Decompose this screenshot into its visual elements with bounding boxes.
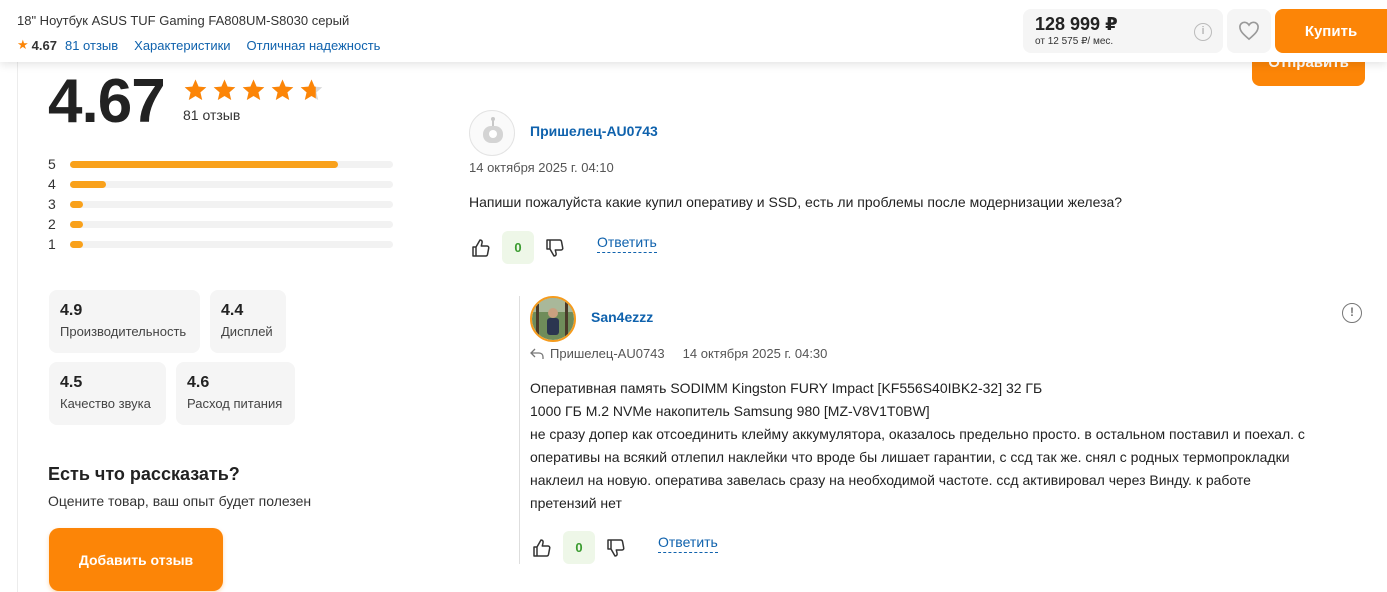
distribution-track: [70, 200, 393, 208]
product-sticky-header: 18" Ноутбук ASUS TUF Gaming FA808UM-S803…: [0, 0, 1387, 62]
star-icon: [300, 79, 323, 100]
avatar[interactable]: [530, 296, 576, 342]
comment-actions: 0: [469, 231, 567, 264]
reliability-link[interactable]: Отличная надежность: [247, 38, 381, 53]
distribution-track: [70, 220, 393, 228]
distribution-row[interactable]: 2: [48, 214, 393, 234]
reply-text-line: оперативы на всякий отлепил наклейки что…: [530, 449, 1290, 465]
report-icon[interactable]: !: [1342, 303, 1362, 323]
distribution-track: [70, 240, 393, 248]
distribution-label: 2: [48, 216, 56, 232]
aspect-value: 4.9: [60, 302, 83, 319]
dislike-button[interactable]: [604, 536, 628, 560]
reply-text-line: 1000 ГБ M.2 NVMe накопитель Samsung 980 …: [530, 403, 930, 419]
star-icon: [271, 79, 294, 100]
like-count: 0: [502, 231, 534, 264]
aspect-value: 4.4: [221, 302, 244, 319]
info-icon[interactable]: i: [1194, 23, 1212, 41]
dislike-button[interactable]: [543, 236, 567, 260]
distribution-label: 4: [48, 176, 56, 192]
aspect-value: 4.6: [187, 374, 210, 391]
header-rating: 4.67: [31, 37, 57, 53]
reply-actions: 0: [530, 531, 628, 564]
cta-subtitle: Оцените товар, ваш опыт будет полезен: [48, 493, 312, 509]
aspect-name: Качество звука: [60, 396, 151, 411]
cta-title: Есть что рассказать?: [48, 464, 240, 484]
favorite-button[interactable]: [1227, 9, 1271, 53]
aspect-name: Производительность: [60, 324, 187, 339]
heart-icon: [1239, 21, 1259, 41]
reply-link[interactable]: Ответить: [597, 234, 657, 253]
star-icon: [213, 79, 236, 100]
reply-text-line: не сразу допер как отсоединить клейму ак…: [530, 426, 1305, 442]
thread-line: [519, 296, 520, 564]
comment-author[interactable]: Пришелец-AU0743: [530, 123, 658, 139]
comment-text: Напиши пожалуйста какие купил оперативу …: [469, 194, 1123, 210]
buy-button[interactable]: Купить: [1275, 9, 1387, 53]
aspect-performance: 4.9 Производительность: [49, 290, 200, 353]
like-button[interactable]: [530, 536, 554, 560]
reply-arrow-icon: [530, 348, 544, 359]
distribution-row[interactable]: 1: [48, 234, 393, 254]
rating-stars: [183, 78, 324, 102]
monthly-payment: от 12 575 ₽/ мес.: [1035, 36, 1114, 47]
robot-avatar-icon: [483, 117, 503, 143]
price-box: 128 999 ₽ от 12 575 ₽/ мес. i: [1023, 9, 1223, 53]
average-rating: 4.67: [48, 67, 166, 136]
add-review-button[interactable]: Добавить отзыв: [49, 528, 223, 591]
reply-date: 14 октября 2025 г. 04:30: [682, 346, 828, 361]
reply-to-author[interactable]: Пришелец-AU0743: [550, 346, 665, 361]
reply-text-line: наклеил на новую. оператива завелась сра…: [530, 472, 1251, 488]
divider: [17, 62, 18, 592]
thumbs-down-icon: [546, 238, 564, 257]
aspect-sound: 4.5 Качество звука: [49, 362, 166, 425]
comment-date: 14 октября 2025 г. 04:10: [469, 160, 614, 175]
product-meta: ★ 4.67 81 отзыв Характеристики Отличная …: [17, 37, 396, 53]
reviews-link[interactable]: 81 отзыв: [65, 38, 118, 53]
price: 128 999 ₽: [1035, 14, 1118, 34]
aspect-name: Дисплей: [221, 324, 273, 339]
reply-to: Пришелец-AU0743 14 октября 2025 г. 04:30: [530, 346, 827, 361]
like-count: 0: [563, 531, 595, 564]
distribution-row[interactable]: 3: [48, 194, 393, 214]
specs-link[interactable]: Характеристики: [134, 38, 230, 53]
rating-distribution: 5 4 3 2 1: [48, 154, 393, 254]
star-icon: [242, 79, 265, 100]
reply-author[interactable]: San4ezzz: [591, 309, 653, 325]
distribution-track: [70, 160, 393, 168]
reviews-count: 81 отзыв: [183, 107, 241, 123]
reply-text-line: претензий нет: [530, 495, 622, 511]
thumbs-up-icon: [472, 238, 490, 257]
distribution-label: 5: [48, 156, 56, 172]
distribution-fill: [70, 220, 83, 228]
user-photo-avatar: [532, 298, 574, 340]
distribution-fill: [70, 180, 106, 188]
like-button[interactable]: [469, 236, 493, 260]
thumbs-down-icon: [607, 538, 625, 557]
star-icon: ★: [17, 37, 29, 52]
aspect-value: 4.5: [60, 374, 83, 391]
distribution-fill: [70, 200, 83, 208]
aspect-power: 4.6 Расход питания: [176, 362, 295, 425]
product-title: 18" Ноутбук ASUS TUF Gaming FA808UM-S803…: [17, 13, 350, 28]
distribution-label: 1: [48, 236, 56, 252]
star-icon: [184, 79, 207, 100]
aspect-display: 4.4 Дисплей: [210, 290, 286, 353]
reply-link[interactable]: Ответить: [658, 534, 718, 553]
reply-text: Оперативная память SODIMM Kingston FURY …: [530, 377, 1305, 515]
reply-text-line: Оперативная память SODIMM Kingston FURY …: [530, 380, 1043, 396]
distribution-label: 3: [48, 196, 56, 212]
distribution-fill: [70, 240, 83, 248]
distribution-row[interactable]: 5: [48, 154, 393, 174]
distribution-track: [70, 180, 393, 188]
avatar[interactable]: [469, 110, 515, 156]
thumbs-up-icon: [533, 538, 551, 557]
distribution-row[interactable]: 4: [48, 174, 393, 194]
aspect-name: Расход питания: [187, 396, 283, 411]
distribution-fill: [70, 160, 339, 168]
